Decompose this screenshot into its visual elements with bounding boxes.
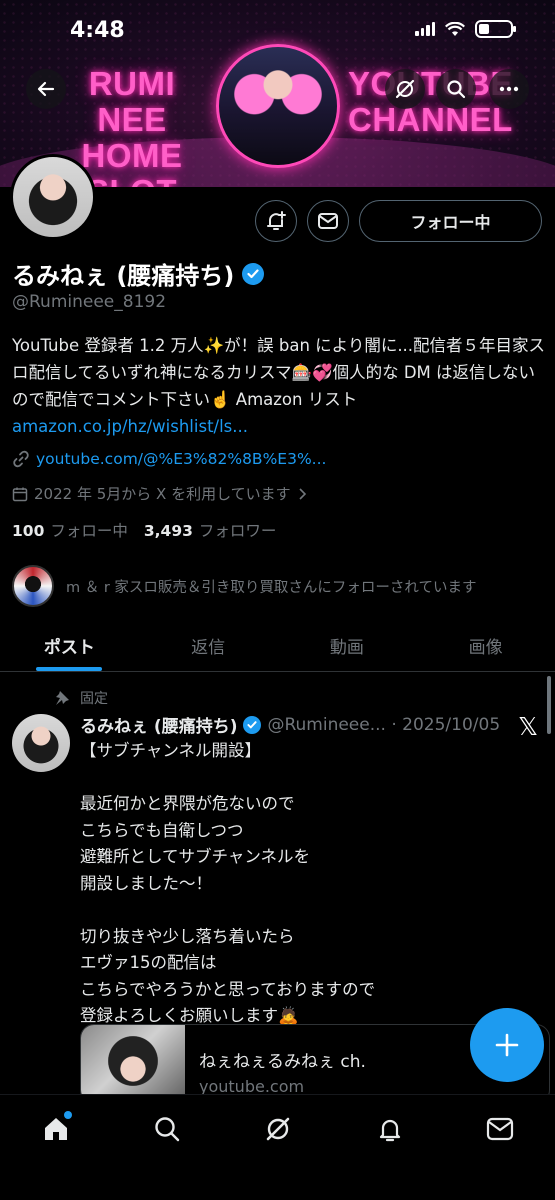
display-name: るみねぇ (腰痛持ち) [12,262,235,290]
banner-portrait [216,44,340,168]
search-button[interactable] [436,69,476,109]
bio-text: YouTube 登録者 1.2 万人✨が！誤 ban により闇に...配信者５年… [12,336,546,409]
follower-avatar [12,565,54,607]
following-label: フォロー中 [50,522,128,540]
verified-badge-icon[interactable] [242,262,265,285]
followed-by-text: m ＆ r 家スロ販売＆引き取り買取さんにフォローされています [66,579,477,596]
nav-notifications[interactable] [370,1109,410,1149]
message-button[interactable] [307,200,349,242]
compose-button[interactable] [470,1008,544,1082]
profile-handle: @Rumineee_8192 [12,292,167,312]
following-count-link[interactable]: 100 フォロー中 [12,519,128,541]
joined-text: 2022 年 5月から X を利用しています [34,485,291,503]
followers-count-link[interactable]: 3,493 フォロワー [144,519,277,541]
grok-icon [266,1117,290,1141]
post-header: るみねぇ (腰痛持ち) @Rumineee... · 2025/10/05 [80,712,510,738]
tab-posts[interactable]: ポスト [0,620,139,671]
notification-button[interactable] [255,200,297,242]
nav-messages[interactable] [480,1109,520,1149]
bell-icon [379,1119,401,1142]
wifi-icon [445,21,465,36]
x-logo-icon: 𝕏 [518,712,539,741]
profile-joined[interactable]: 2022 年 5月から X を利用しています [12,483,307,504]
post-avatar[interactable] [12,714,70,772]
card-thumbnail [81,1025,185,1103]
back-arrow-icon [37,81,55,97]
link-icon [13,450,29,468]
profile-name: るみねぇ (腰痛持ち) [12,256,265,291]
following-count: 100 [12,522,45,540]
tab-videos[interactable]: 動画 [278,620,417,671]
following-button[interactable]: フォロー中 [359,200,542,242]
cellular-signal-icon [415,22,435,36]
followers-count: 3,493 [143,522,193,540]
bottom-navigation [0,1094,555,1200]
mail-icon [486,1117,514,1141]
profile-bio: YouTube 登録者 1.2 万人✨が！誤 ban により闇に...配信者５年… [12,332,547,440]
add-notification-icon [267,211,286,230]
search-icon [155,1117,180,1142]
nav-grok[interactable] [258,1109,298,1149]
search-icon [447,80,466,99]
plus-icon [495,1033,519,1057]
verified-badge-icon [243,715,262,734]
more-icon [499,86,519,92]
profile-avatar[interactable] [10,154,96,240]
nav-search[interactable] [147,1109,187,1149]
more-button[interactable] [489,69,529,109]
battery-icon [475,20,516,38]
scrollbar[interactable] [547,676,551,734]
nav-home[interactable] [36,1109,76,1149]
status-icons [415,20,516,38]
tab-replies[interactable]: 返信 [139,620,278,671]
pinned-indicator: 固定 [54,688,108,708]
tab-images[interactable]: 画像 [416,620,555,671]
card-title: ねぇねぇるみねぇ ch. [199,1052,366,1072]
post-meta: @Rumineee... · 2025/10/05 [267,714,501,735]
pinned-label: 固定 [80,691,108,707]
website-text[interactable]: youtube.com/@%E3%82%8B%E3%... [36,450,326,468]
profile-tabs: ポスト 返信 動画 画像 [0,620,555,672]
home-icon [45,1118,67,1140]
followers-label: フォロワー [198,522,277,540]
grok-button[interactable] [385,69,425,109]
back-button[interactable] [26,69,66,109]
message-icon [318,213,338,229]
status-time: 4:48 [70,18,125,43]
bio-link[interactable]: amazon.co.jp/hz/wishlist/ls... [12,417,248,436]
profile-website[interactable]: youtube.com/@%E3%82%8B%E3%... [12,450,326,468]
post-body: 【サブチャンネル開設】 最近何かと界隈が危ないので こちらでも自衛しつつ 避難所… [80,741,376,1025]
follow-counts: 100 フォロー中 3,493 フォロワー [12,519,276,541]
calendar-icon [12,487,28,501]
followed-by[interactable]: m ＆ r 家スロ販売＆引き取り買取さんにフォローされています [12,565,476,607]
chevron-right-icon [299,487,306,500]
grok-icon [395,79,415,99]
pin-icon [56,691,69,705]
post-author[interactable]: るみねぇ (腰痛持ち) [80,712,237,737]
notification-dot [64,1111,72,1119]
